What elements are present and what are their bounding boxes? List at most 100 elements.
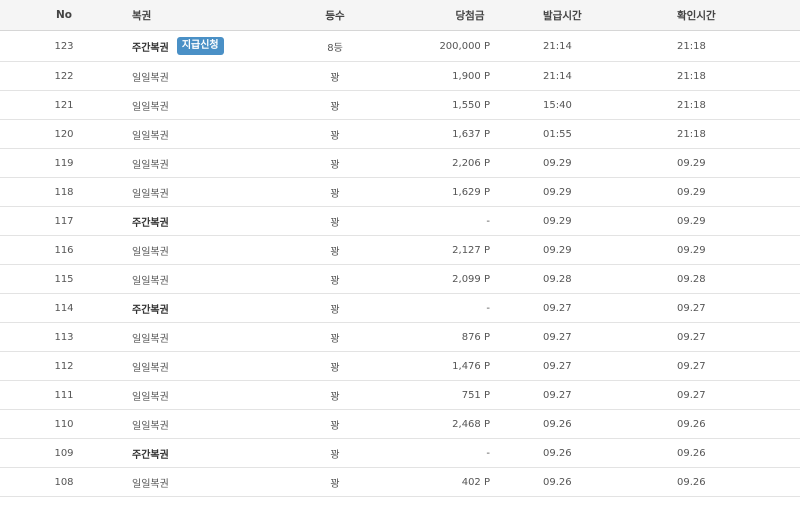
cell-checked-time-text: 09.26 bbox=[677, 476, 706, 488]
cell-checked-time: 09.28 bbox=[677, 265, 777, 293]
table-row: 110 일일복권 꽝 2,468 P 09.26 09.26 bbox=[0, 410, 800, 439]
cell-prize-text: 1,476 P bbox=[452, 360, 490, 372]
cell-prize-text: 876 P bbox=[461, 331, 490, 343]
cell-issued-time-text: 09.26 bbox=[543, 447, 572, 459]
cell-prize: 402 P bbox=[380, 468, 490, 496]
cell-no-text: 116 bbox=[54, 244, 74, 256]
cell-checked-time: 09.29 bbox=[677, 149, 777, 177]
table-row: 117 주간복권 꽝 - 09.29 09.29 bbox=[0, 207, 800, 236]
header-no: No bbox=[55, 9, 72, 21]
cell-no: 114 bbox=[0, 294, 128, 322]
cell-no: 112 bbox=[0, 352, 128, 380]
claim-payout-button[interactable]: 지급신청 bbox=[176, 37, 224, 55]
cell-rank: 꽝 bbox=[300, 178, 370, 206]
cell-prize: - bbox=[380, 207, 490, 235]
cell-rank-text: 꽝 bbox=[330, 333, 340, 345]
cell-checked-time-text: 21:18 bbox=[677, 70, 706, 82]
cell-prize-text: 402 P bbox=[461, 476, 490, 488]
cell-prize: 876 P bbox=[380, 323, 490, 351]
cell-checked-time: 09.27 bbox=[677, 323, 777, 351]
cell-prize: 200,000 P bbox=[380, 31, 490, 61]
cell-prize-text: 2,206 P bbox=[452, 157, 490, 169]
cell-checked-time: 21:18 bbox=[677, 91, 777, 119]
cell-prize: 2,468 P bbox=[380, 410, 490, 438]
cell-rank-text: 꽝 bbox=[330, 275, 340, 287]
cell-checked-time: 09.26 bbox=[677, 439, 777, 467]
cell-no: 122 bbox=[0, 62, 128, 90]
cell-prize: 2,127 P bbox=[380, 236, 490, 264]
cell-checked-time: 09.26 bbox=[677, 410, 777, 438]
table-row: 119 일일복권 꽝 2,206 P 09.29 09.29 bbox=[0, 149, 800, 178]
cell-rank: 8등 bbox=[300, 31, 370, 61]
cell-issued-time-text: 09.27 bbox=[543, 302, 572, 314]
cell-rank: 꽝 bbox=[300, 410, 370, 438]
cell-type-text: 일일복권 bbox=[132, 333, 169, 345]
cell-rank: 꽝 bbox=[300, 323, 370, 351]
cell-issued-time: 09.27 bbox=[543, 323, 643, 351]
cell-no: 119 bbox=[0, 149, 128, 177]
cell-prize-text: 1,629 P bbox=[452, 186, 490, 198]
cell-no-text: 112 bbox=[54, 360, 74, 372]
cell-rank-text: 꽝 bbox=[330, 188, 340, 200]
cell-rank-text: 꽝 bbox=[330, 217, 340, 229]
cell-checked-time: 09.29 bbox=[677, 207, 777, 235]
cell-prize: 1,900 P bbox=[380, 62, 490, 90]
table-row: 116 일일복권 꽝 2,127 P 09.29 09.29 bbox=[0, 236, 800, 265]
cell-no: 120 bbox=[0, 120, 128, 148]
cell-checked-time-text: 21:18 bbox=[677, 40, 706, 52]
cell-prize-text: 1,637 P bbox=[452, 128, 490, 140]
cell-no-text: 111 bbox=[54, 389, 74, 401]
header-issued-time: 발급시간 bbox=[543, 9, 582, 22]
table-row: 111 일일복권 꽝 751 P 09.27 09.27 bbox=[0, 381, 800, 410]
cell-rank: 꽝 bbox=[300, 352, 370, 380]
cell-type-text: 주간복권 bbox=[132, 304, 169, 316]
cell-checked-time-text: 09.27 bbox=[677, 389, 706, 401]
cell-checked-time-text: 21:18 bbox=[677, 99, 706, 111]
cell-checked-time: 09.26 bbox=[677, 468, 777, 496]
header-checked-time: 확인시간 bbox=[677, 9, 716, 22]
cell-no-text: 110 bbox=[54, 418, 74, 430]
cell-rank: 꽝 bbox=[300, 207, 370, 235]
table-body: 123 주간복권 지급신청 8등 200,000 P 21:14 21:18 122 일일복권 꽝… bbox=[0, 31, 800, 497]
cell-rank: 꽝 bbox=[300, 149, 370, 177]
cell-issued-time-text: 09.26 bbox=[543, 476, 572, 488]
cell-no: 118 bbox=[0, 178, 128, 206]
cell-type-text: 일일복권 bbox=[132, 478, 169, 490]
cell-issued-time: 21:14 bbox=[543, 31, 643, 61]
cell-type-text: 일일복권 bbox=[132, 159, 169, 171]
cell-type-text: 일일복권 bbox=[132, 420, 169, 432]
cell-rank: 꽝 bbox=[300, 381, 370, 409]
cell-issued-time-text: 09.29 bbox=[543, 157, 572, 169]
cell-rank-text: 꽝 bbox=[330, 72, 340, 84]
cell-rank-text: 꽝 bbox=[330, 478, 340, 490]
cell-checked-time-text: 09.26 bbox=[677, 418, 706, 430]
cell-rank-text: 꽝 bbox=[330, 304, 340, 316]
cell-checked-time: 21:18 bbox=[677, 120, 777, 148]
cell-rank-text: 꽝 bbox=[330, 101, 340, 113]
cell-prize-text: 2,468 P bbox=[452, 418, 490, 430]
cell-no-text: 119 bbox=[54, 157, 74, 169]
cell-checked-time-text: 09.26 bbox=[677, 447, 706, 459]
table-row: 113 일일복권 꽝 876 P 09.27 09.27 bbox=[0, 323, 800, 352]
cell-checked-time-text: 09.29 bbox=[677, 244, 706, 256]
cell-issued-time-text: 09.27 bbox=[543, 360, 572, 372]
cell-prize-text: - bbox=[486, 215, 490, 227]
cell-prize: - bbox=[380, 439, 490, 467]
cell-prize: - bbox=[380, 294, 490, 322]
cell-no-text: 123 bbox=[54, 40, 74, 52]
cell-issued-time: 09.29 bbox=[543, 207, 643, 235]
cell-issued-time: 09.27 bbox=[543, 381, 643, 409]
cell-issued-time-text: 09.27 bbox=[543, 331, 572, 343]
table-row: 109 주간복권 꽝 - 09.26 09.26 bbox=[0, 439, 800, 468]
cell-no-text: 109 bbox=[54, 447, 74, 459]
cell-issued-time: 09.28 bbox=[543, 265, 643, 293]
table-row: 112 일일복권 꽝 1,476 P 09.27 09.27 bbox=[0, 352, 800, 381]
cell-type-text: 일일복권 bbox=[132, 391, 169, 403]
cell-no: 115 bbox=[0, 265, 128, 293]
cell-rank: 꽝 bbox=[300, 62, 370, 90]
cell-issued-time-text: 09.26 bbox=[543, 418, 572, 430]
header-rank: 등수 bbox=[325, 9, 345, 22]
cell-no-text: 113 bbox=[54, 331, 74, 343]
cell-prize: 1,629 P bbox=[380, 178, 490, 206]
table-row: 120 일일복권 꽝 1,637 P 01:55 21:18 bbox=[0, 120, 800, 149]
